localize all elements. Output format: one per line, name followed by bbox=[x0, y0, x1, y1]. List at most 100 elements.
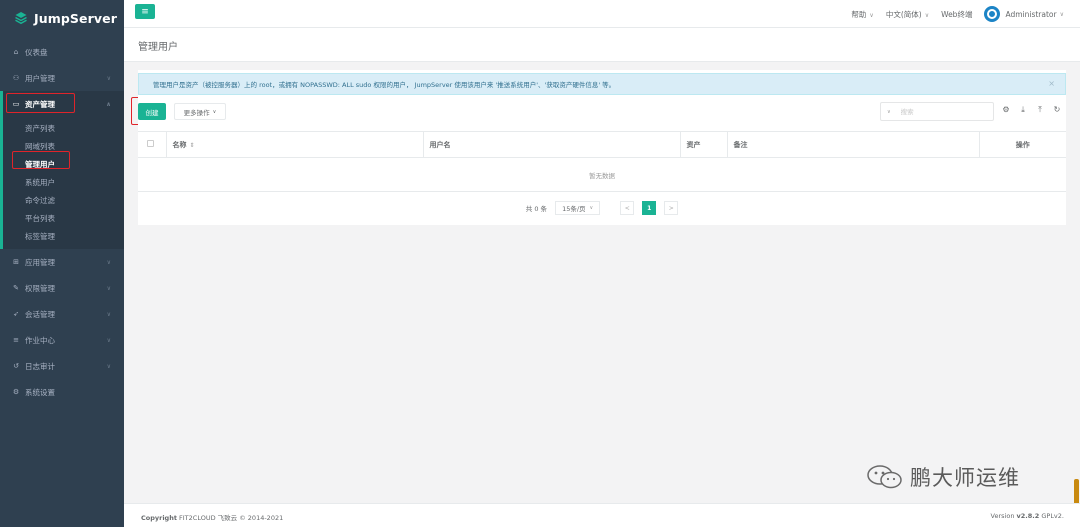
sidebar-item-dashboard[interactable]: ⌂ 仪表盘 bbox=[0, 39, 124, 65]
sidebar-item-label: 会话管理 bbox=[25, 309, 55, 319]
sidebar-item-assets[interactable]: ▭ 资产管理 ∧ bbox=[0, 91, 124, 117]
top-navbar: ≡ 帮助 ∨ 中文(简体) ∨ Web终端 Administrator ∨ bbox=[124, 0, 1080, 28]
main-panel: 管理用户是资产（被控服务器）上的 root，或拥有 NOPASSWD: ALL … bbox=[138, 70, 1066, 225]
sidebar-item-label: 权限管理 bbox=[25, 283, 55, 293]
dashboard-icon: ⌂ bbox=[13, 48, 19, 56]
more-actions-dropdown[interactable]: 更多操作 ∨ bbox=[174, 103, 226, 120]
cogs-icon: ⚙ bbox=[12, 388, 20, 396]
gear-icon[interactable]: ⚙ bbox=[1002, 105, 1010, 115]
chevron-down-icon: ∨ bbox=[106, 336, 111, 344]
submenu-item-command-filter[interactable]: 命令过滤 bbox=[3, 191, 124, 209]
chevron-down-icon: ∨ bbox=[106, 284, 111, 292]
list-icon: ≡ bbox=[13, 336, 19, 344]
column-header-actions: 操作 bbox=[978, 131, 1066, 158]
sidebar-item-label: 仪表盘 bbox=[25, 47, 48, 57]
sidebar-item-users[interactable]: ⚇ 用户管理 ∨ bbox=[0, 65, 124, 91]
page-size-select[interactable]: 15条/页 ∨ bbox=[555, 201, 601, 215]
column-header-assets: 资产 bbox=[679, 131, 727, 158]
help-label: 帮助 bbox=[851, 9, 867, 19]
help-menu[interactable]: 帮助 ∨ bbox=[851, 9, 873, 20]
language-label: 中文(简体) bbox=[885, 9, 922, 19]
chevron-down-icon: ∨ bbox=[212, 108, 217, 115]
footer: Copyright FIT2CLOUD 飞致云 © 2014-2021 Vers… bbox=[124, 503, 1080, 527]
history-icon: ↺ bbox=[13, 362, 19, 370]
top-right-menu: 帮助 ∨ 中文(简体) ∨ Web终端 Administrator ∨ bbox=[851, 0, 1064, 28]
empty-table-message: 暂无数据 bbox=[138, 157, 1066, 192]
language-menu[interactable]: 中文(简体) ∨ bbox=[886, 9, 929, 20]
chevron-down-icon: ∨ bbox=[106, 258, 111, 266]
page-title: 管理用户 bbox=[138, 42, 178, 53]
table-tools: ⚙ ⤓ ⤒ ↻ bbox=[1002, 105, 1061, 115]
sidebar-item-label: 资产管理 bbox=[25, 99, 55, 109]
chevron-down-icon: ∨ bbox=[589, 205, 594, 211]
logo[interactable]: JumpServer bbox=[0, 0, 124, 36]
sidebar-item-label: 系统设置 bbox=[25, 387, 55, 397]
page-number-button[interactable]: 1 bbox=[642, 201, 657, 215]
submenu-item-system-user[interactable]: 系统用户 bbox=[3, 173, 124, 191]
refresh-icon[interactable]: ↻ bbox=[1053, 105, 1061, 115]
chevron-down-icon: ∨ bbox=[106, 74, 111, 82]
chevron-down-icon: ∨ bbox=[106, 310, 111, 318]
menu-toggle-button[interactable]: ≡ bbox=[135, 4, 155, 19]
prev-page-button[interactable]: < bbox=[620, 201, 635, 215]
sidebar-item-label: 作业中心 bbox=[25, 335, 55, 345]
asset-submenu: 资产列表 网域列表 管理用户 系统用户 命令过滤 平台列表 标签管理 bbox=[0, 117, 124, 249]
hamburger-icon: ≡ bbox=[141, 6, 149, 17]
sidebar-item-sessions[interactable]: ➶ 会话管理 ∨ bbox=[0, 301, 124, 327]
sidebar-item-label: 日志审计 bbox=[25, 361, 55, 371]
submenu-item-domain-list[interactable]: 网域列表 bbox=[3, 137, 124, 155]
sidebar-item-permissions[interactable]: ✎ 权限管理 ∨ bbox=[0, 275, 124, 301]
footer-copyright: Copyright FIT2CLOUD 飞致云 © 2014-2021 bbox=[141, 512, 283, 522]
column-label: 名称 bbox=[172, 140, 187, 149]
web-terminal-link[interactable]: Web终端 bbox=[941, 9, 972, 20]
page-header: 管理用户 bbox=[124, 28, 1080, 62]
search-box[interactable]: ∨ bbox=[880, 102, 994, 121]
chevron-down-icon[interactable]: ∨ bbox=[887, 109, 891, 115]
sidebar-item-settings[interactable]: ⚙ 系统设置 bbox=[0, 379, 124, 405]
chevron-down-icon: ∨ bbox=[106, 362, 111, 370]
submenu-item-platform-list[interactable]: 平台列表 bbox=[3, 209, 124, 227]
search-input[interactable] bbox=[900, 107, 981, 116]
submenu-item-admin-user[interactable]: 管理用户 bbox=[3, 155, 124, 173]
sidebar-item-jobs[interactable]: ≡ 作业中心 ∨ bbox=[0, 327, 124, 353]
page-size-label: 15条/页 bbox=[562, 205, 586, 213]
create-button[interactable]: 创建 bbox=[138, 103, 166, 120]
admin-user-table: 名称 ⇕ 用户名 资产 备注 操作 暂无数据 bbox=[138, 131, 1066, 192]
next-page-button[interactable]: > bbox=[664, 201, 679, 215]
chevron-down-icon: ∨ bbox=[1059, 10, 1064, 18]
chevron-down-icon: ∨ bbox=[869, 11, 874, 19]
footer-version: Version v2.8.2 GPLv2. bbox=[991, 512, 1064, 520]
version-number: v2.8.2 bbox=[1016, 512, 1040, 520]
submenu-item-label-management[interactable]: 标签管理 bbox=[3, 227, 124, 245]
license-text: GPLv2. bbox=[1041, 512, 1064, 520]
sidebar-item-audit[interactable]: ↺ 日志审计 ∨ bbox=[0, 353, 124, 379]
close-icon[interactable]: × bbox=[1048, 79, 1055, 88]
avatar bbox=[984, 6, 1001, 22]
version-label: Version bbox=[990, 512, 1015, 520]
jumpserver-logo-icon bbox=[15, 12, 27, 25]
copyright-label: Copyright bbox=[141, 514, 177, 522]
sidebar-item-applications[interactable]: ⊞ 应用管理 ∨ bbox=[0, 249, 124, 275]
upload-icon[interactable]: ⤒ bbox=[1036, 105, 1044, 115]
download-icon[interactable]: ⤓ bbox=[1019, 105, 1027, 115]
watermark-text: 鹏大师运维 bbox=[910, 466, 1020, 490]
pagination-total: 共 0 条 bbox=[525, 205, 548, 213]
copyright-text: FIT2CLOUD 飞致云 © 2014-2021 bbox=[179, 514, 284, 522]
select-all-checkbox[interactable] bbox=[138, 131, 166, 158]
chevron-up-icon: ∧ bbox=[106, 100, 111, 108]
edit-icon: ✎ bbox=[13, 284, 19, 292]
sort-icon[interactable]: ⇕ bbox=[190, 142, 195, 149]
column-header-comment: 备注 bbox=[726, 131, 979, 158]
sidebar: JumpServer ⌂ 仪表盘 ⚇ 用户管理 ∨ ▭ 资产管理 ∧ 资产列表 … bbox=[0, 0, 124, 527]
user-menu[interactable]: Administrator ∨ bbox=[984, 6, 1064, 22]
users-icon: ⚇ bbox=[12, 74, 20, 82]
wechat-icon bbox=[867, 465, 902, 489]
submenu-item-asset-list[interactable]: 资产列表 bbox=[3, 119, 124, 137]
chevron-down-icon: ∨ bbox=[924, 11, 930, 19]
sidebar-nav: ⌂ 仪表盘 ⚇ 用户管理 ∨ ▭ 资产管理 ∧ 资产列表 网域列表 管理用户 系… bbox=[0, 39, 124, 405]
sidebar-item-label: 应用管理 bbox=[25, 257, 55, 267]
more-actions-label: 更多操作 bbox=[183, 108, 210, 117]
grid-icon: ⊞ bbox=[13, 258, 19, 266]
column-header-name[interactable]: 名称 ⇕ bbox=[165, 131, 423, 158]
column-header-username: 用户名 bbox=[422, 131, 680, 158]
